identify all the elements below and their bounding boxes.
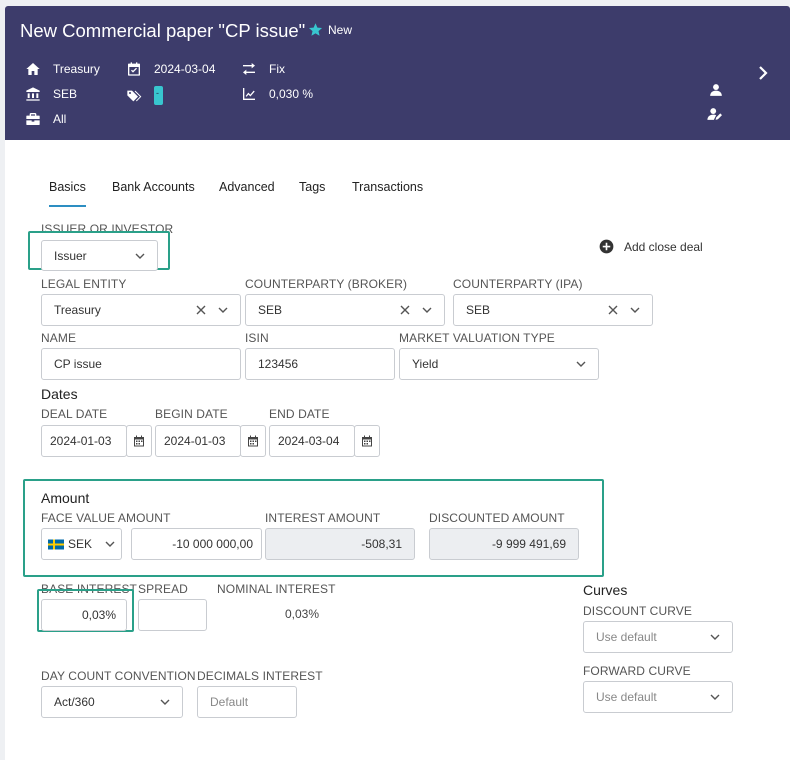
amount-section-title: Amount <box>41 490 90 506</box>
briefcase-icon <box>26 113 40 125</box>
tab-basics[interactable]: Basics <box>49 180 86 207</box>
calendar-icon <box>362 435 372 447</box>
bank-icon <box>26 87 40 101</box>
isin-label: ISIN <box>245 331 269 345</box>
issuer-select[interactable]: Issuer <box>41 240 158 271</box>
header-group: All <box>25 111 66 127</box>
sweden-flag-icon <box>48 539 64 549</box>
status-badge: New <box>308 22 352 37</box>
calendar-icon <box>134 435 144 447</box>
market-valuation-label: MARKET VALUATION TYPE <box>399 331 555 345</box>
chevron-down-icon <box>105 541 115 547</box>
star-icon <box>308 23 323 36</box>
calendar-check-icon <box>128 62 140 76</box>
nominal-interest-label: NOMINAL INTEREST <box>217 582 336 596</box>
forward-curve-label: FORWARD CURVE <box>583 664 691 678</box>
add-close-deal-button[interactable]: Add close deal <box>599 239 703 254</box>
chevron-down-icon <box>135 253 145 259</box>
tags-icon <box>127 90 142 101</box>
trend-chart-icon <box>243 88 255 100</box>
tab-advanced[interactable]: Advanced <box>219 180 275 194</box>
header-rate-type: Fix <box>241 61 285 77</box>
tag-chip[interactable]: - <box>154 86 163 105</box>
header-date: 2024-03-04 <box>126 61 215 77</box>
begin-date-calendar-button[interactable] <box>240 425 266 457</box>
begin-date-input[interactable]: 2024-01-03 <box>155 425 241 457</box>
interest-amount-label: INTEREST AMOUNT <box>265 511 381 525</box>
currency-select[interactable]: SEK <box>41 528 122 560</box>
name-label: NAME <box>41 331 77 345</box>
chevron-down-icon <box>576 361 586 367</box>
tab-tags[interactable]: Tags <box>299 180 325 194</box>
counterparty-ipa-label: COUNTERPARTY (IPA) <box>453 277 583 291</box>
curves-section-title: Curves <box>583 582 628 598</box>
face-value-input[interactable]: -10 000 000,00 <box>131 528 262 560</box>
decimals-interest-label: DECIMALS INTEREST <box>197 669 323 683</box>
legal-entity-select[interactable]: Treasury <box>41 294 241 326</box>
base-interest-input[interactable]: 0,03% <box>41 599 127 631</box>
spread-label: SPREAD <box>138 582 188 596</box>
discounted-amount-label: DISCOUNTED AMOUNT <box>429 511 565 525</box>
header-portfolio: Treasury <box>25 61 100 77</box>
day-count-select[interactable]: Act/360 <box>41 686 183 718</box>
clear-icon[interactable] <box>196 305 206 315</box>
deal-date-input[interactable]: 2024-01-03 <box>41 425 127 457</box>
chevron-down-icon <box>710 634 720 640</box>
spread-input[interactable] <box>138 599 207 631</box>
header-tags: - <box>126 86 163 105</box>
header-bank: SEB <box>25 86 77 102</box>
clear-icon[interactable] <box>400 305 410 315</box>
isin-input[interactable]: 123456 <box>245 348 395 380</box>
counterparty-broker-label: COUNTERPARTY (BROKER) <box>245 277 408 291</box>
tab-transactions[interactable]: Transactions <box>352 180 423 194</box>
legal-entity-label: LEGAL ENTITY <box>41 277 127 291</box>
dates-section-title: Dates <box>41 386 78 402</box>
chevron-down-icon <box>160 699 170 705</box>
chevron-right-icon[interactable] <box>757 66 769 80</box>
discount-curve-select[interactable]: Use default <box>583 621 733 653</box>
chevron-down-icon <box>710 694 720 700</box>
tab-bank-accounts[interactable]: Bank Accounts <box>112 180 195 194</box>
end-date-calendar-button[interactable] <box>354 425 380 457</box>
day-count-label: DAY COUNT CONVENTION <box>41 669 196 683</box>
user-icon[interactable] <box>709 83 723 97</box>
name-input[interactable]: CP issue <box>41 348 241 380</box>
chevron-down-icon <box>218 307 228 313</box>
home-icon <box>26 63 40 75</box>
header-rate: 0,030 % <box>241 86 313 102</box>
swap-arrows-icon <box>243 63 255 75</box>
counterparty-ipa-select[interactable]: SEB <box>453 294 653 326</box>
clear-icon[interactable] <box>608 305 618 315</box>
nominal-interest-value: 0,03% <box>285 607 320 621</box>
deal-date-label: DEAL DATE <box>41 407 108 421</box>
end-date-label: END DATE <box>269 407 330 421</box>
chevron-down-icon <box>630 307 640 313</box>
deal-date-calendar-button[interactable] <box>126 425 152 457</box>
chevron-down-icon <box>422 307 432 313</box>
user-edit-icon[interactable] <box>707 107 723 121</box>
begin-date-label: BEGIN DATE <box>155 407 228 421</box>
market-valuation-select[interactable]: Yield <box>399 348 599 380</box>
decimals-interest-input[interactable]: Default <box>197 686 297 718</box>
plus-circle-icon <box>599 239 614 254</box>
status-badge-label: New <box>328 22 353 37</box>
calendar-icon <box>248 435 258 447</box>
face-value-label: FACE VALUE AMOUNT <box>41 511 171 525</box>
discounted-amount-field: -9 999 491,69 <box>429 528 579 560</box>
page-title: New Commercial paper "CP issue" <box>20 20 306 41</box>
end-date-input[interactable]: 2024-03-04 <box>269 425 355 457</box>
counterparty-broker-select[interactable]: SEB <box>245 294 445 326</box>
interest-amount-field: -508,31 <box>265 528 415 560</box>
discount-curve-label: DISCOUNT CURVE <box>583 604 692 618</box>
forward-curve-select[interactable]: Use default <box>583 681 733 713</box>
